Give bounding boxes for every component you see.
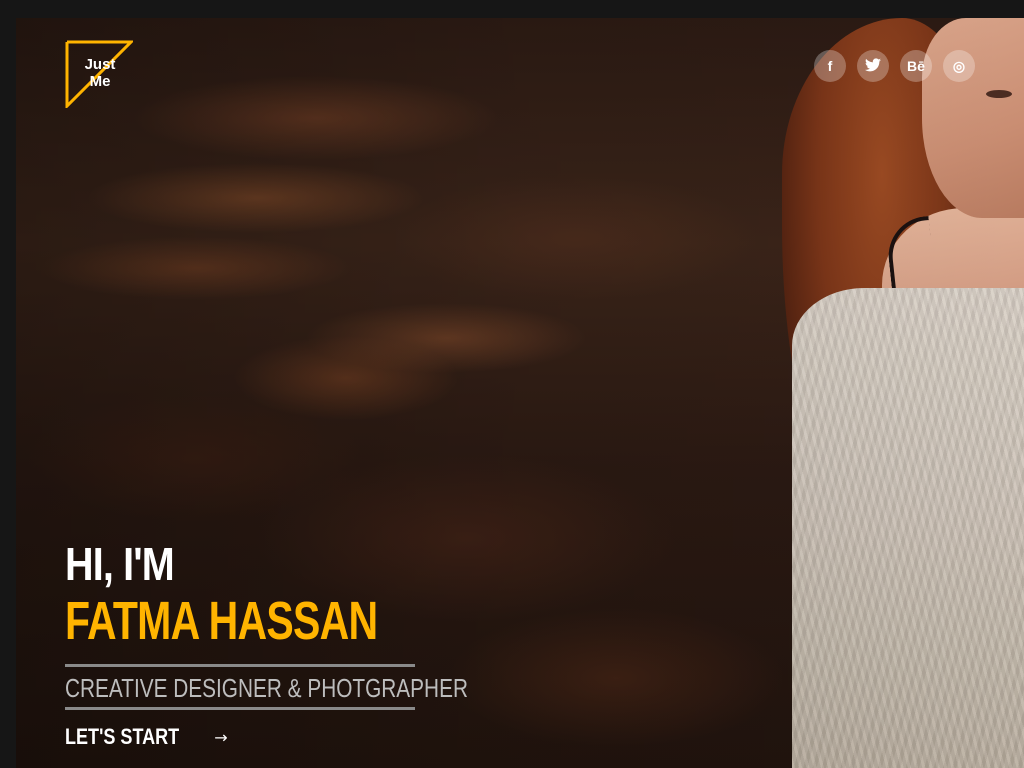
behance-button[interactable]: Bē <box>900 50 932 82</box>
hero-name: FATMA HASSAN <box>65 591 378 651</box>
hero-greeting: HI, I'M <box>65 538 175 590</box>
hero-role-box: CREATIVE DESIGNER & PHOTGRAPHER <box>65 664 468 710</box>
dribbble-button[interactable]: ◎ <box>943 50 975 82</box>
social-links: f Bē ◎ <box>814 50 975 82</box>
portrait-eye <box>986 90 1012 98</box>
twitter-icon <box>865 57 881 75</box>
twitter-button[interactable] <box>857 50 889 82</box>
hero-intro: HI, I'M FATMA HASSAN CREATIVE DESIGNER &… <box>65 538 525 750</box>
facebook-button[interactable]: f <box>814 50 846 82</box>
lets-start-label: LET'S START <box>65 724 180 749</box>
logo-text: Just Me <box>80 56 120 90</box>
behance-icon: Bē <box>907 58 925 74</box>
dribbble-icon: ◎ <box>952 57 966 74</box>
lets-start-button[interactable]: LET'S START → <box>65 724 525 750</box>
page-frame: Just Me f Bē ◎ HI, I'M FATMA HASSAN CREA… <box>0 0 1024 768</box>
arrow-right-icon: → <box>214 727 228 747</box>
facebook-icon: f <box>827 58 833 74</box>
site-logo[interactable]: Just Me <box>65 40 133 108</box>
portrait-sweater <box>792 288 1024 768</box>
hero-role: CREATIVE DESIGNER & PHOTGRAPHER <box>65 673 468 703</box>
logo-line-2: Me <box>89 73 111 90</box>
hero-portrait <box>772 18 1024 768</box>
logo-line-1: Just <box>84 56 116 73</box>
hero-section: Just Me f Bē ◎ HI, I'M FATMA HASSAN CREA… <box>16 18 1024 768</box>
